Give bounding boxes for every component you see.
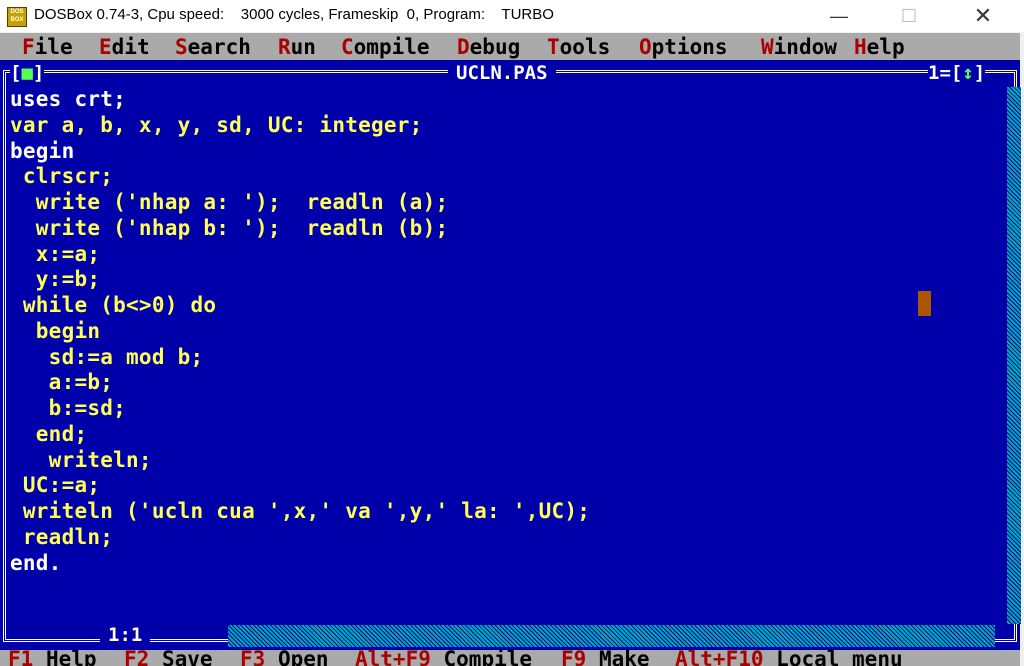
code-line: sd:=a mod b; bbox=[10, 344, 204, 369]
shortcut-label: Compile bbox=[443, 650, 533, 666]
code-line: clrscr; bbox=[10, 164, 114, 189]
code-line: y:=b; bbox=[10, 267, 101, 292]
status-save[interactable]: F2 Save bbox=[124, 650, 213, 666]
code-line: a:=b; bbox=[10, 370, 114, 395]
code-line: while (b<>0) do bbox=[10, 293, 217, 317]
code-line: readln; bbox=[10, 524, 114, 549]
menu-hotkey: F bbox=[22, 35, 35, 59]
menu-label: un bbox=[290, 35, 316, 59]
status-open[interactable]: F3 Open bbox=[240, 650, 329, 666]
menu-search[interactable]: Search bbox=[175, 34, 251, 60]
file-name: UCLN.PAS bbox=[448, 62, 556, 84]
shortcut-label: Make bbox=[598, 650, 650, 666]
shortcut-key: F3 bbox=[240, 650, 266, 666]
menu-hotkey: E bbox=[99, 35, 112, 59]
shortcut-label: Open bbox=[277, 650, 329, 666]
code-line: begin bbox=[10, 138, 75, 163]
code-line: write ('nhap a: '); readln (a); bbox=[10, 190, 449, 214]
code-line: b:=sd; bbox=[10, 396, 127, 420]
editor-window: [■] UCLN.PAS 1=[↕] uses crt; var a, b, x,… bbox=[0, 60, 1021, 650]
menu-hotkey: O bbox=[639, 35, 652, 59]
menu-run[interactable]: Run bbox=[278, 34, 316, 60]
shortcut-key: F2 bbox=[124, 650, 150, 666]
shortcut-key: F9 bbox=[561, 650, 587, 666]
menu-label: dit bbox=[111, 35, 150, 59]
menu-help[interactable]: Help bbox=[854, 34, 905, 60]
title-bar: DOS BOX DOSBox 0.74-3, Cpu speed: 3000 cy… bbox=[0, 0, 1024, 32]
zoom-icon: ↕ bbox=[962, 62, 974, 84]
menu-hotkey: C bbox=[341, 35, 354, 59]
dosbox-logo: DOS BOX bbox=[7, 7, 27, 27]
code-line: var a, b, x, y, sd, UC: integer; bbox=[10, 112, 423, 137]
menu-window[interactable]: Window bbox=[761, 34, 837, 60]
shortcut-key: Alt+F9 bbox=[355, 650, 431, 666]
close-box-icon: ■ bbox=[21, 62, 33, 84]
cursor-position: 1:1 bbox=[100, 624, 151, 646]
menu-bar: File Edit Search Run Compile Debug Tools Option… bbox=[0, 33, 1020, 60]
menu-label: ile bbox=[34, 35, 73, 59]
shortcut-label: Local menu bbox=[776, 650, 903, 666]
close-window-button[interactable]: [■] bbox=[10, 62, 45, 84]
vertical-scrollbar[interactable] bbox=[1007, 87, 1021, 624]
code-line: write ('nhap b: '); readln (b); bbox=[10, 215, 449, 240]
code-line: end. bbox=[10, 550, 62, 575]
menu-hotkey: W bbox=[761, 35, 774, 59]
menu-label: ebug bbox=[469, 35, 521, 59]
status-help[interactable]: F1 Help bbox=[8, 650, 97, 666]
minimize-button[interactable]: — bbox=[816, 2, 862, 30]
code-area[interactable]: uses crt; var a, b, x, y, sd, UC: integer… bbox=[10, 87, 590, 576]
shortcut-label: Save bbox=[161, 650, 213, 666]
menu-label: elp bbox=[866, 35, 905, 59]
menu-tools[interactable]: Tools bbox=[547, 34, 610, 60]
code-line: end; bbox=[10, 421, 88, 446]
menu-file[interactable]: File bbox=[22, 34, 73, 60]
menu-hotkey: H bbox=[854, 35, 867, 59]
bracket: [ bbox=[10, 62, 22, 84]
code-line: uses crt; bbox=[10, 87, 127, 111]
menu-compile[interactable]: Compile bbox=[341, 34, 430, 60]
code-line: writeln; bbox=[10, 447, 152, 472]
menu-label: ompile bbox=[353, 35, 430, 59]
horizontal-scrollbar[interactable] bbox=[228, 625, 995, 647]
status-compile[interactable]: Alt+F9 Compile bbox=[355, 650, 532, 666]
window-number-label: 1=[ bbox=[928, 62, 963, 84]
menu-label: indow bbox=[773, 35, 837, 59]
window-number[interactable]: 1=[↕] bbox=[928, 62, 986, 84]
menu-label: ools bbox=[559, 35, 611, 59]
status-bar: F1 Help F2 Save F3 Open Alt+F9 Compile F9 Ma… bbox=[0, 650, 1020, 666]
shortcut-key: F1 bbox=[8, 650, 34, 666]
menu-hotkey: S bbox=[175, 35, 188, 59]
shortcut-label: Help bbox=[45, 650, 97, 666]
window-title: DOSBox 0.74-3, Cpu speed: 3000 cycles, F… bbox=[34, 6, 554, 23]
menu-hotkey: T bbox=[547, 35, 560, 59]
code-line: begin bbox=[10, 318, 101, 343]
menu-label: ptions bbox=[651, 35, 728, 59]
menu-hotkey: D bbox=[457, 35, 470, 59]
shortcut-key: Alt+F10 bbox=[675, 650, 764, 666]
menu-label: earch bbox=[187, 35, 251, 59]
menu-debug[interactable]: Debug bbox=[457, 34, 520, 60]
code-line: writeln ('ucln cua ',x,' va ',y,' la: ',… bbox=[10, 499, 591, 523]
code-line: x:=a; bbox=[10, 241, 101, 266]
close-button[interactable]: ✕ bbox=[960, 2, 1006, 30]
text-cursor bbox=[918, 291, 931, 316]
code-line: UC:=a; bbox=[10, 473, 101, 498]
menu-hotkey: R bbox=[278, 35, 291, 59]
status-local-menu[interactable]: Alt+F10 Local menu bbox=[675, 650, 903, 666]
menu-edit[interactable]: Edit bbox=[99, 34, 150, 60]
bracket: ] bbox=[973, 62, 986, 84]
status-make[interactable]: F9 Make bbox=[561, 650, 650, 666]
maximize-button[interactable]: ☐ bbox=[886, 2, 932, 30]
menu-options[interactable]: Options bbox=[639, 34, 728, 60]
bracket: ] bbox=[32, 62, 45, 84]
